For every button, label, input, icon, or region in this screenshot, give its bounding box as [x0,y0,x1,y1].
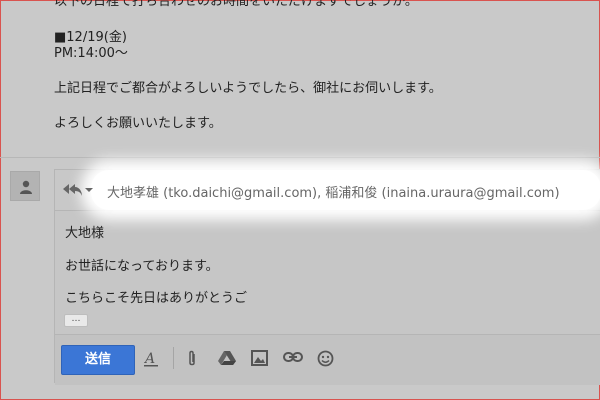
reply-body-line[interactable]: お世話になっております。 [65,255,219,274]
person-icon [20,180,32,194]
body-line: 上記日程でご都合がよろしいようでしたら、御社にお伺いします。 [54,81,442,96]
body-line: ■12/19(金) [54,30,127,45]
reply-body-line[interactable]: こちらこそ先日はありがとうご [65,287,247,306]
show-trimmed-content-button[interactable]: … [64,314,88,327]
link-icon[interactable] [283,350,303,364]
recipients-field[interactable]: 大地孝雄 (tko.daichi@gmail.com), 稲浦和俊 (inain… [107,182,560,201]
reply-compose: 大地孝雄 (tko.daichi@gmail.com), 稲浦和俊 (inain… [54,169,600,385]
divider [0,157,600,158]
recipients-row[interactable]: 大地孝雄 (tko.daichi@gmail.com), 稲浦和俊 (inain… [55,170,600,211]
body-line: よろしくお願いいたします。 [54,116,222,131]
emoji-icon[interactable] [317,350,334,367]
compose-toolbar: 送信 A [55,334,600,385]
reply-type-button[interactable] [63,182,93,198]
text-format-icon[interactable]: A [143,350,159,368]
svg-text:A: A [143,351,155,367]
attach-icon[interactable] [186,350,198,368]
body-line: 以下の日程で打ち合わせのお時間をいただけますでしょうか。 [54,0,418,9]
reply-all-icon [63,184,82,196]
body-line: PM:14:00〜 [54,46,128,61]
chevron-down-icon [85,188,93,192]
photo-icon[interactable] [251,350,268,366]
drive-icon[interactable] [218,350,236,366]
reply-body-line[interactable]: 大地様 [65,222,104,241]
toolbar-separator [173,347,174,369]
avatar [10,171,40,201]
send-button[interactable]: 送信 [61,345,135,375]
